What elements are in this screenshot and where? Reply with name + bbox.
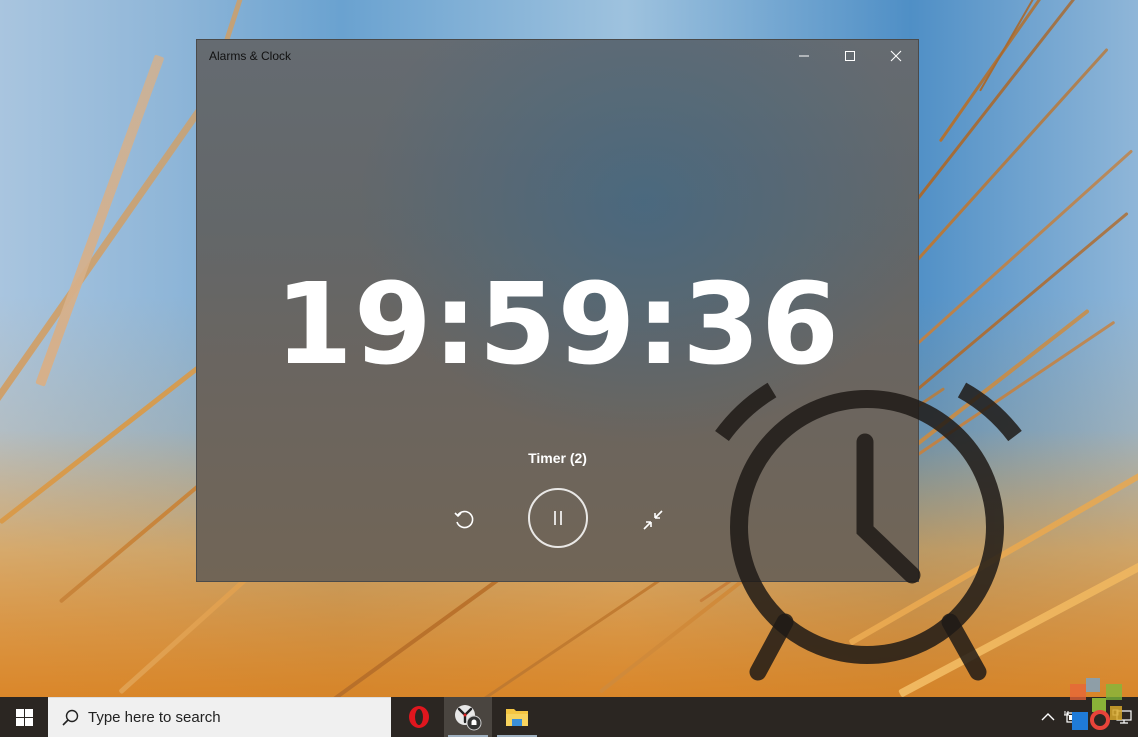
- search-placeholder: Type here to search: [88, 709, 221, 726]
- compact-overlay-icon: [643, 510, 663, 530]
- battery-charging-icon: [1064, 711, 1082, 723]
- minimize-button[interactable]: [781, 40, 827, 72]
- reset-icon: [454, 510, 474, 529]
- minimize-icon: [799, 55, 809, 57]
- taskbar: Type here to search: [0, 697, 1138, 737]
- network-status-button[interactable]: [1110, 697, 1134, 737]
- taskbar-app-file-explorer[interactable]: [493, 697, 541, 737]
- taskbar-search-box[interactable]: Type here to search: [48, 697, 391, 737]
- grass-stalk: [35, 54, 165, 387]
- battery-status-button[interactable]: [1062, 697, 1084, 737]
- network-icon: [1112, 709, 1132, 724]
- title-bar[interactable]: Alarms & Clock: [197, 40, 918, 72]
- show-hidden-icons-button[interactable]: [1038, 697, 1058, 737]
- window-title: Alarms & Clock: [209, 49, 292, 63]
- alarms-clock-icon: [455, 705, 482, 731]
- maximize-icon: [845, 51, 855, 61]
- close-button[interactable]: [873, 40, 919, 72]
- search-icon: [62, 709, 79, 726]
- taskbar-app-opera[interactable]: [395, 697, 443, 737]
- taskbar-app-alarms-clock[interactable]: [444, 697, 492, 737]
- timer-name-label: Timer (2): [528, 450, 587, 466]
- close-icon: [890, 50, 902, 62]
- chevron-up-icon: [1041, 713, 1055, 721]
- pause-icon: [554, 511, 562, 525]
- start-button[interactable]: [0, 697, 48, 737]
- windows-logo-icon: [15, 708, 33, 726]
- file-explorer-icon: [506, 709, 528, 726]
- maximize-button[interactable]: [827, 40, 873, 72]
- timer-time-display: 19:59:36: [274, 260, 841, 390]
- grass-stalk: [898, 0, 1099, 223]
- alarms-clock-window: Alarms & Clock 19:59:36 Timer (2): [196, 39, 919, 582]
- pause-timer-button[interactable]: [528, 488, 588, 548]
- opera-icon: [409, 706, 429, 728]
- compact-overlay-button[interactable]: [637, 504, 669, 536]
- reset-timer-button[interactable]: [448, 504, 480, 536]
